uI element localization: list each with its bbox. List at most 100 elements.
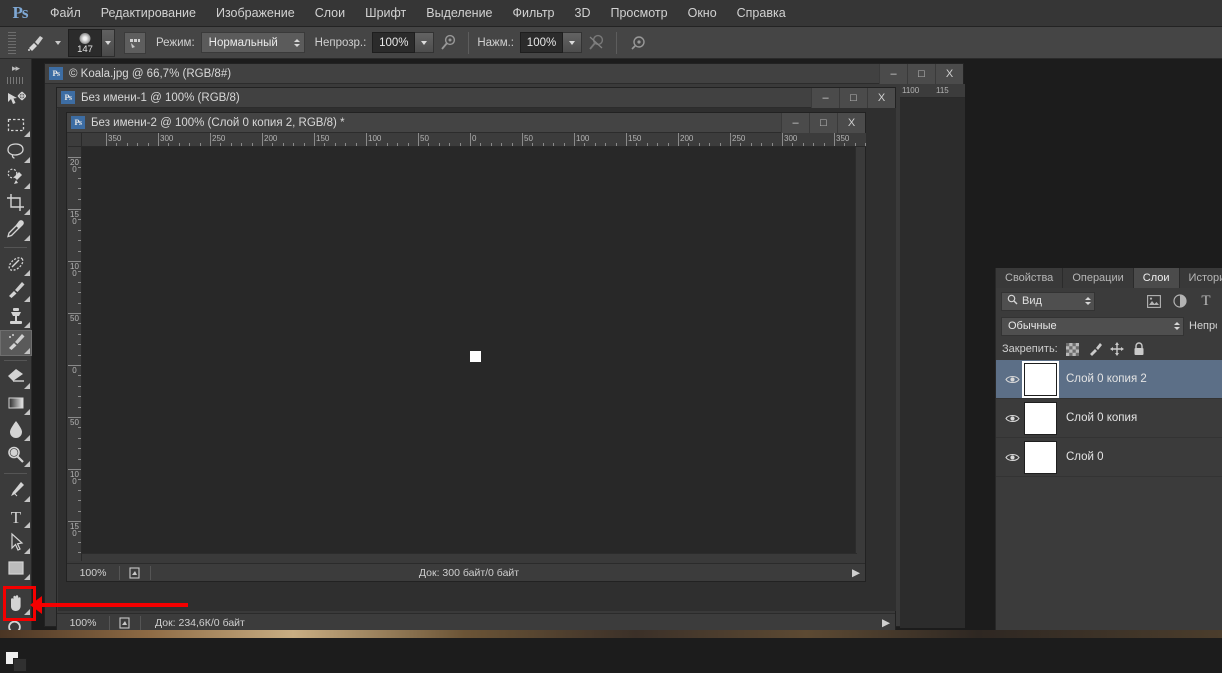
healing-brush-tool[interactable] [0, 252, 32, 278]
type-tool[interactable]: T [0, 504, 32, 530]
menu-item-3[interactable]: Слои [305, 0, 355, 27]
document-window-untitled2[interactable]: Ps Без имени-2 @ 100% (Слой 0 копия 2, R… [66, 112, 866, 582]
ruler-vertical-untitled2[interactable]: 200150100500501001502 [68, 147, 82, 561]
tool-flyout-triangle-icon[interactable] [24, 348, 30, 354]
tool-flyout-triangle-icon[interactable] [24, 209, 30, 215]
mode-select[interactable]: Нормальный [201, 32, 305, 53]
brush-tool[interactable] [0, 278, 32, 304]
close-button-koala[interactable]: X [935, 64, 963, 84]
opacity-chevron-icon[interactable] [415, 32, 434, 53]
tool-flyout-triangle-icon[interactable] [24, 461, 30, 467]
menu-item-10[interactable]: Справка [727, 0, 796, 27]
blur-tool[interactable] [0, 417, 32, 443]
tool-flyout-triangle-icon[interactable] [24, 235, 30, 241]
crop-tool[interactable] [0, 191, 32, 217]
filter-type-icon[interactable]: T [1195, 292, 1217, 311]
filter-image-icon[interactable] [1143, 292, 1165, 311]
layer-thumbnail[interactable] [1024, 441, 1057, 474]
history-brush-icon[interactable] [22, 31, 48, 55]
ruler-horizontal-untitled2[interactable]: 3503002502001501005005010015020025030035… [82, 133, 866, 147]
tool-flyout-triangle-icon[interactable] [24, 383, 30, 389]
minimize-button-untitled2[interactable]: – [781, 113, 809, 133]
zoom-level-untitled2[interactable]: 100% [67, 567, 119, 579]
dodge-tool[interactable] [0, 443, 32, 469]
maximize-button-koala[interactable]: □ [907, 64, 935, 84]
menu-item-4[interactable]: Шрифт [355, 0, 416, 27]
doc-size-icon[interactable] [120, 567, 150, 579]
tool-flyout-triangle-icon[interactable] [24, 522, 30, 528]
layer-thumbnail[interactable] [1024, 363, 1057, 396]
layer-row[interactable]: Слой 0 [996, 438, 1222, 477]
scrollbar-horizontal-untitled2[interactable] [82, 553, 857, 562]
doc-size-icon[interactable] [110, 617, 140, 629]
panel-tab-0[interactable]: Свойства [996, 268, 1063, 288]
lock-position-icon[interactable] [1110, 342, 1124, 356]
brush-size-chevron-icon[interactable] [102, 29, 115, 57]
close-button-untitled2[interactable]: X [837, 113, 865, 133]
flow-input[interactable]: 100% [520, 32, 563, 53]
eyedropper-tool[interactable] [0, 217, 32, 243]
history-brush-tool[interactable] [0, 330, 32, 356]
eye-icon[interactable] [1000, 374, 1024, 385]
eye-icon[interactable] [1000, 452, 1024, 463]
canvas-koala[interactable] [900, 98, 965, 628]
tool-flyout-triangle-icon[interactable] [24, 183, 30, 189]
layer-row[interactable]: Слой 0 копия 2 [996, 360, 1222, 399]
pen-tool[interactable] [0, 478, 32, 504]
titlebar-untitled2[interactable]: Ps Без имени-2 @ 100% (Слой 0 копия 2, R… [67, 113, 865, 133]
airbrush-icon[interactable] [434, 31, 460, 55]
tool-flyout-triangle-icon[interactable] [24, 496, 30, 502]
tool-preset-chevron-icon[interactable] [55, 41, 61, 45]
close-button-untitled1[interactable]: X [867, 88, 895, 108]
clone-stamp-tool[interactable] [0, 304, 32, 330]
titlebar-koala[interactable]: Ps © Koala.jpg @ 66,7% (RGB/8#) – □ X [45, 64, 963, 84]
tool-flyout-triangle-icon[interactable] [24, 322, 30, 328]
menu-item-6[interactable]: Фильтр [503, 0, 565, 27]
gradient-tool[interactable] [0, 391, 32, 417]
menu-item-8[interactable]: Просмотр [601, 0, 678, 27]
eye-icon[interactable] [1000, 413, 1024, 424]
quick-selection-tool[interactable] [0, 165, 32, 191]
panel-tab-1[interactable]: Операции [1063, 268, 1133, 288]
shape-tool[interactable] [0, 556, 32, 582]
lasso-tool[interactable] [0, 139, 32, 165]
canvas-untitled2[interactable] [82, 147, 857, 561]
menu-item-5[interactable]: Выделение [416, 0, 502, 27]
path-selection-tool[interactable] [0, 530, 32, 556]
panel-tab-2[interactable]: Слои [1134, 268, 1180, 288]
tool-flyout-triangle-icon[interactable] [24, 409, 30, 415]
panel-tab-3[interactable]: История [1180, 268, 1222, 288]
eraser-tool[interactable] [0, 365, 32, 391]
titlebar-untitled1[interactable]: Ps Без имени-1 @ 100% (RGB/8) – □ X [57, 88, 895, 108]
minimize-button-koala[interactable]: – [879, 64, 907, 84]
filter-adjustment-icon[interactable] [1169, 292, 1191, 311]
lock-image-pixels-icon[interactable] [1088, 342, 1102, 356]
double-chevron-right-icon[interactable]: ▸▸ [0, 59, 31, 77]
maximize-button-untitled2[interactable]: □ [809, 113, 837, 133]
layer-filter-select[interactable]: Вид [1001, 292, 1095, 311]
tool-flyout-triangle-icon[interactable] [24, 157, 30, 163]
menu-item-1[interactable]: Редактирование [91, 0, 206, 27]
status-arrow-icon-untitled1[interactable]: ▶ [877, 617, 895, 629]
status-arrow-icon-untitled2[interactable]: ▶ [847, 567, 865, 579]
menu-item-0[interactable]: Файл [40, 0, 91, 27]
tool-flyout-triangle-icon[interactable] [24, 435, 30, 441]
menu-item-9[interactable]: Окно [678, 0, 727, 27]
zoom-level-untitled1[interactable]: 100% [57, 617, 109, 629]
maximize-button-untitled1[interactable]: □ [839, 88, 867, 108]
pressure-opacity-icon[interactable] [625, 31, 651, 55]
tool-flyout-triangle-icon[interactable] [24, 131, 30, 137]
lock-transparency-icon[interactable] [1066, 342, 1080, 356]
tool-flyout-triangle-icon[interactable] [24, 548, 30, 554]
brush-size-field[interactable]: 147 [68, 29, 102, 57]
pressure-size-icon[interactable] [582, 31, 608, 55]
tool-flyout-triangle-icon[interactable] [24, 270, 30, 276]
menu-item-2[interactable]: Изображение [206, 0, 305, 27]
tool-flyout-triangle-icon[interactable] [24, 296, 30, 302]
scrollbar-vertical-untitled2[interactable] [855, 147, 864, 561]
blend-mode-select[interactable]: Обычные [1001, 317, 1184, 336]
flow-chevron-icon[interactable] [563, 32, 582, 53]
color-swatches-icon[interactable] [0, 645, 31, 673]
brush-panel-icon[interactable] [124, 32, 146, 54]
move-tool[interactable] [0, 87, 32, 113]
